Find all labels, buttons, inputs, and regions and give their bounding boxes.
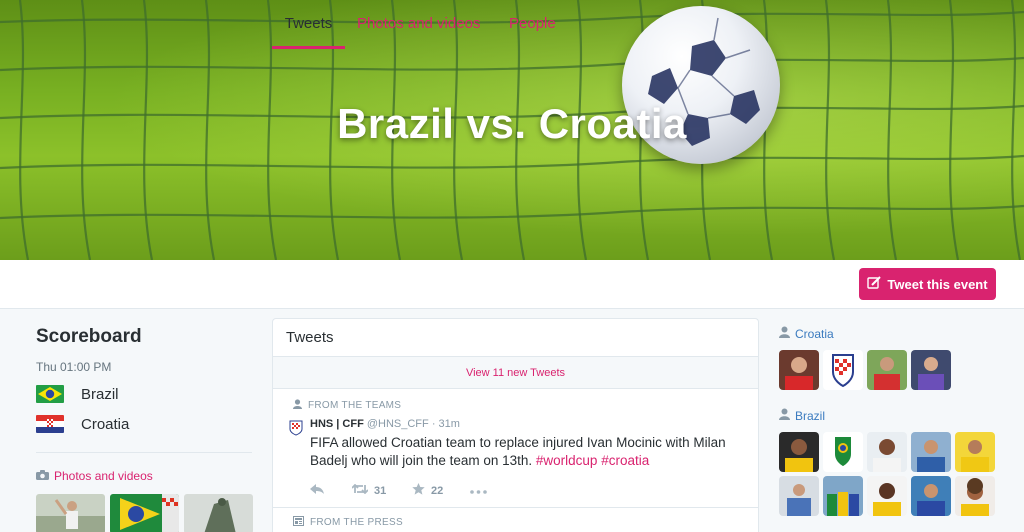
player-avatar[interactable] bbox=[867, 350, 907, 390]
croatia-flag-icon bbox=[36, 415, 64, 433]
tab-photos-and-videos[interactable]: Photos and videos bbox=[357, 0, 480, 49]
context-label: FROM THE TEAMS bbox=[308, 400, 402, 411]
retweet-icon bbox=[351, 483, 369, 497]
hashtag-link[interactable]: #worldcup bbox=[536, 453, 598, 468]
player-avatar[interactable] bbox=[867, 432, 907, 472]
favorite-count: 22 bbox=[431, 484, 444, 497]
player-avatar[interactable] bbox=[911, 432, 951, 472]
croatia-people-link[interactable]: Croatia bbox=[779, 326, 1009, 341]
tweet-actions: 31 22 bbox=[310, 483, 758, 498]
photos-and-videos-link[interactable]: Photos and videos bbox=[36, 469, 252, 483]
brazil-flag-icon bbox=[36, 385, 64, 403]
newspaper-icon bbox=[293, 516, 304, 529]
photos-and-videos-label: Photos and videos bbox=[54, 469, 153, 483]
player-avatar[interactable] bbox=[911, 476, 951, 516]
team-row-brazil: Brazil bbox=[36, 384, 252, 404]
tweet-timestamp[interactable]: · 31m bbox=[432, 418, 460, 430]
more-dots-icon bbox=[470, 485, 487, 497]
group-label-croatia: Croatia bbox=[795, 326, 834, 341]
group-label-brazil: Brazil bbox=[795, 408, 826, 423]
croatia-avatars bbox=[779, 350, 1009, 394]
retweet-count: 31 bbox=[374, 484, 387, 497]
tweet-context: FROM THE TEAMS bbox=[293, 399, 758, 412]
tab-people[interactable]: People bbox=[509, 0, 556, 49]
tweet-author-handle[interactable]: @HNS_CFF bbox=[367, 418, 429, 430]
tweet-context: FROM THE PRESS bbox=[293, 516, 403, 529]
player-avatar[interactable] bbox=[955, 432, 995, 472]
player-avatar[interactable] bbox=[779, 350, 819, 390]
media-thumbnails bbox=[36, 494, 253, 532]
player-avatar[interactable] bbox=[779, 432, 819, 472]
brazil-people-link[interactable]: Brazil bbox=[779, 408, 1009, 423]
reply-button[interactable] bbox=[310, 484, 352, 497]
hashtag-link[interactable]: #croatia bbox=[601, 453, 649, 468]
tweet: HNS | CFF @HNS_CFF · 31m FIFA allowed Cr… bbox=[273, 418, 758, 498]
divider bbox=[36, 452, 252, 453]
cbf-crest-avatar[interactable] bbox=[823, 432, 863, 472]
media-thumbnail[interactable] bbox=[184, 494, 253, 532]
camera-icon bbox=[36, 469, 49, 483]
player-avatar[interactable] bbox=[867, 476, 907, 516]
stream-header: Tweets bbox=[273, 319, 758, 357]
tab-tweets[interactable]: Tweets bbox=[272, 0, 345, 49]
team-name: Brazil bbox=[81, 385, 119, 403]
person-icon bbox=[293, 399, 302, 412]
context-label: FROM THE PRESS bbox=[310, 517, 403, 528]
brazil-avatars bbox=[779, 432, 1009, 520]
view-new-tweets-bar[interactable]: View 11 new Tweets bbox=[273, 357, 758, 389]
tweet-this-event-button[interactable]: Tweet this event bbox=[859, 268, 996, 300]
tweets-stream: Tweets View 11 new Tweets FROM THE TEAMS… bbox=[272, 318, 759, 532]
player-avatar[interactable] bbox=[955, 476, 995, 516]
people-panel: Croatia Brazil bbox=[779, 326, 1009, 520]
player-avatar[interactable] bbox=[779, 476, 819, 516]
person-icon bbox=[779, 326, 790, 341]
star-icon bbox=[412, 483, 425, 498]
divider bbox=[273, 507, 758, 508]
event-title: Brazil vs. Croatia bbox=[337, 100, 687, 147]
favorite-button[interactable]: 22 bbox=[412, 483, 470, 498]
scoreboard-title: Scoreboard bbox=[36, 326, 142, 347]
hns-crest-avatar[interactable] bbox=[288, 420, 304, 436]
player-avatar[interactable] bbox=[823, 476, 863, 516]
tweet-text: FIFA allowed Croatian team to replace in… bbox=[310, 434, 750, 470]
match-time: Thu 01:00 PM bbox=[36, 360, 112, 374]
reply-icon bbox=[310, 484, 324, 497]
player-avatar[interactable] bbox=[911, 350, 951, 390]
tweet-header: HNS | CFF @HNS_CFF · 31m bbox=[310, 418, 758, 430]
person-icon bbox=[779, 408, 790, 423]
hns-crest-avatar[interactable] bbox=[823, 350, 863, 390]
more-options-button[interactable] bbox=[470, 485, 487, 497]
compose-icon bbox=[867, 276, 882, 292]
retweet-button[interactable]: 31 bbox=[351, 483, 412, 497]
media-thumbnail[interactable] bbox=[36, 494, 105, 532]
tweet-body: FIFA allowed Croatian team to replace in… bbox=[310, 435, 726, 468]
tweet-author-name[interactable]: HNS | CFF bbox=[310, 418, 364, 430]
tweet-this-event-label: Tweet this event bbox=[887, 276, 988, 292]
team-name: Croatia bbox=[81, 415, 130, 433]
scoreboard-panel: Scoreboard Thu 01:00 PM Brazil Croatia P… bbox=[36, 326, 253, 532]
team-row-croatia: Croatia bbox=[36, 414, 252, 434]
media-thumbnail[interactable] bbox=[110, 494, 179, 532]
